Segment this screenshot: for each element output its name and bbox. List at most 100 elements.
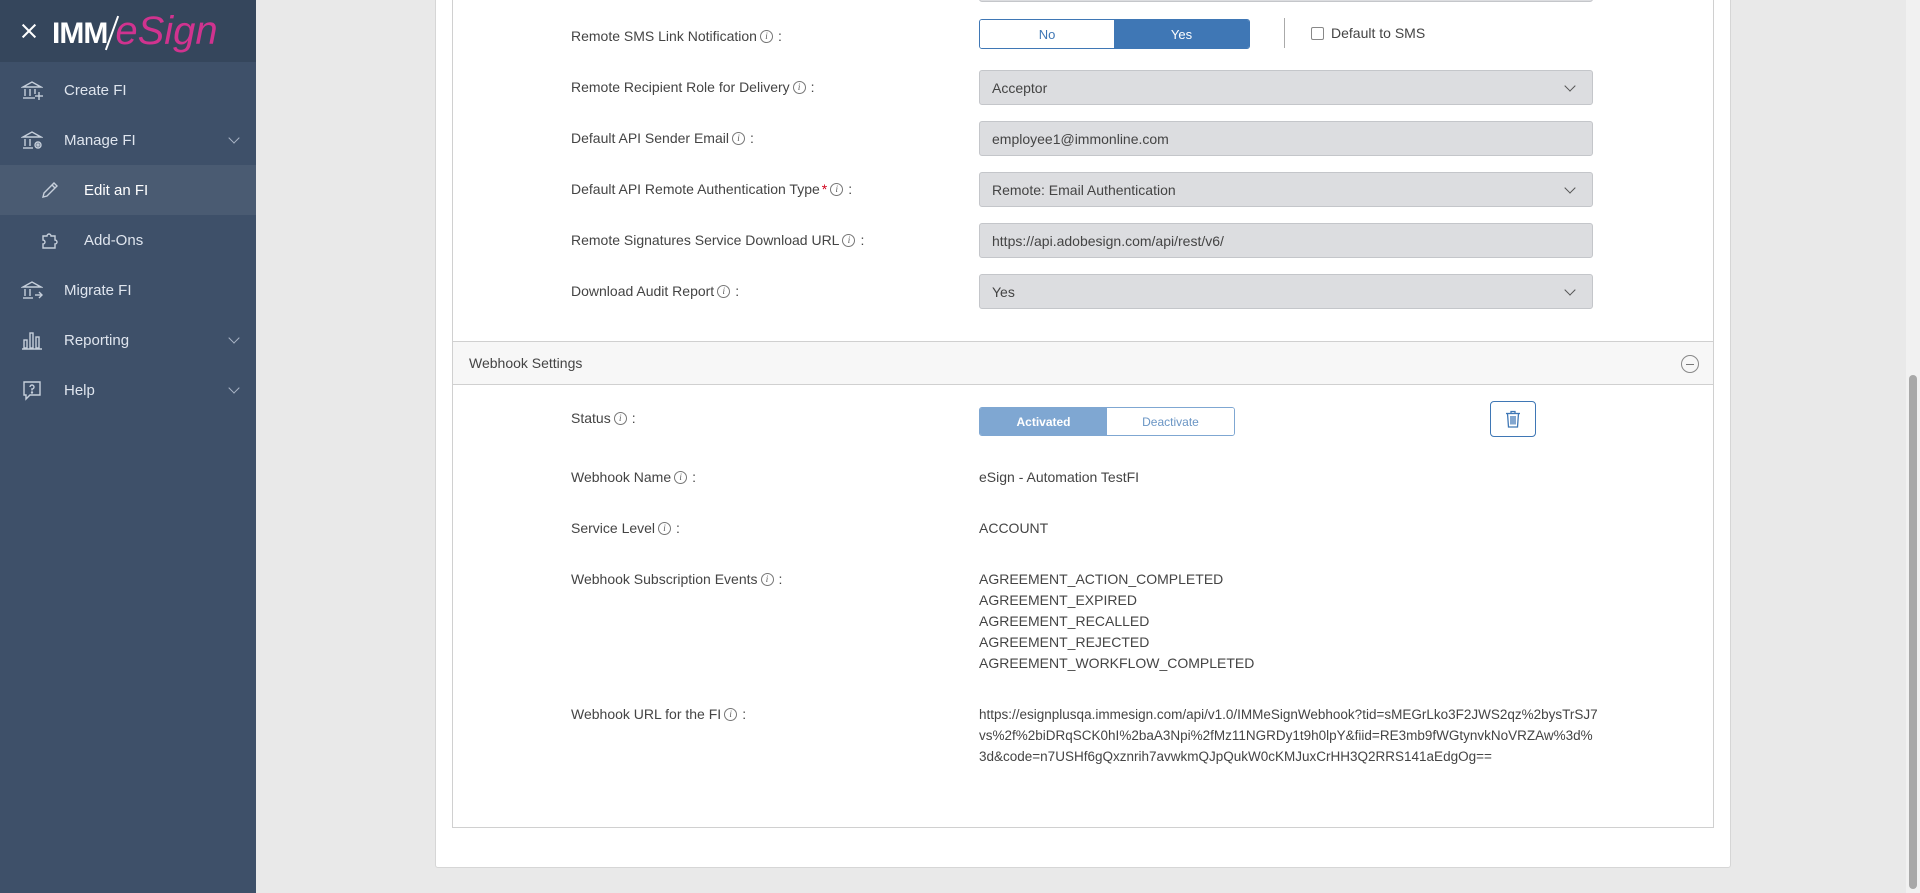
sidebar-item-label: Create FI bbox=[64, 81, 127, 99]
chevron-down-icon bbox=[1564, 182, 1576, 194]
label-text: Remote SMS Link Notification bbox=[571, 28, 757, 44]
sidebar-item-manage-fi[interactable]: Manage FI bbox=[0, 115, 256, 165]
event-item: AGREEMENT_RECALLED bbox=[979, 613, 1150, 629]
field-value: employee1@immonline.com bbox=[992, 130, 1169, 147]
sms-link-toggle: No Yes bbox=[979, 19, 1250, 49]
trash-icon bbox=[1506, 410, 1520, 428]
info-icon[interactable]: i bbox=[760, 572, 774, 586]
logo-imm-text: IMM bbox=[52, 17, 108, 50]
info-icon[interactable]: i bbox=[724, 707, 738, 721]
audit-report-select[interactable]: Yes bbox=[979, 274, 1593, 309]
sidebar-item-create-fi[interactable]: Create FI bbox=[0, 65, 256, 115]
info-icon[interactable]: i bbox=[830, 182, 844, 196]
info-icon[interactable]: i bbox=[792, 80, 806, 94]
event-item: AGREEMENT_EXPIRED bbox=[979, 592, 1137, 608]
bank-icon bbox=[20, 78, 44, 102]
sidebar-item-reporting[interactable]: Reporting bbox=[0, 315, 256, 365]
sidebar: IMM eSign Create FI Manage FI Edit an FI… bbox=[0, 0, 256, 893]
label-text: Webhook Subscription Events bbox=[571, 571, 758, 587]
field-value: https://api.adobesign.com/api/rest/v6/ bbox=[992, 232, 1224, 249]
select-value: Acceptor bbox=[992, 79, 1048, 96]
sidebar-item-edit-fi[interactable]: Edit an FI bbox=[0, 165, 256, 215]
service-level-label: Service Level i: bbox=[571, 520, 680, 536]
chevron-down-icon bbox=[1564, 80, 1576, 92]
sms-link-no-button[interactable]: No bbox=[980, 20, 1114, 48]
sidebar-item-label: Migrate FI bbox=[64, 281, 132, 299]
sidebar-item-add-ons[interactable]: Add-Ons bbox=[0, 215, 256, 265]
label-text: Webhook Name bbox=[571, 469, 672, 485]
select-value: Remote: Email Authentication bbox=[992, 181, 1176, 198]
download-url-field[interactable]: https://api.adobesign.com/api/rest/v6/ bbox=[979, 223, 1593, 258]
webhook-settings-header[interactable]: Webhook Settings bbox=[453, 342, 1713, 385]
download-url-label: Remote Signatures Service Download URL i… bbox=[571, 232, 865, 248]
info-icon[interactable]: i bbox=[842, 233, 856, 247]
page-scrollbar[interactable] bbox=[1906, 0, 1920, 893]
sidebar-item-label: Help bbox=[64, 381, 95, 399]
webhook-name-label: Webhook Name i: bbox=[571, 469, 697, 485]
bar-chart-icon bbox=[20, 328, 44, 352]
deactivate-button[interactable]: Deactivate bbox=[1107, 408, 1234, 435]
chevron-down-icon bbox=[1564, 284, 1576, 296]
sidebar-item-label: Edit an FI bbox=[84, 181, 149, 199]
audit-report-label: Download Audit Report i: bbox=[571, 283, 740, 299]
sidebar-item-label: Reporting bbox=[64, 331, 130, 349]
auth-type-label: Default API Remote Authentication Type *… bbox=[571, 181, 853, 197]
pencil-icon bbox=[38, 178, 62, 202]
info-icon[interactable]: i bbox=[613, 411, 627, 425]
default-to-sms-checkbox[interactable] bbox=[1311, 27, 1324, 40]
label-text: Download Audit Report bbox=[571, 283, 715, 299]
label-text: Default API Sender Email bbox=[571, 130, 729, 146]
subscription-events-label: Webhook Subscription Events i: bbox=[571, 571, 783, 587]
delete-webhook-button[interactable] bbox=[1490, 401, 1536, 437]
bank-arrow-icon bbox=[20, 278, 44, 302]
chevron-down-icon bbox=[228, 132, 240, 144]
service-level-value: ACCOUNT bbox=[979, 520, 1049, 536]
app-logo: IMM eSign bbox=[52, 11, 218, 51]
webhook-status-label: Status i: bbox=[571, 410, 636, 426]
close-icon[interactable] bbox=[20, 22, 38, 40]
label-text: Webhook URL for the FI bbox=[571, 706, 722, 722]
logo-esign-text: eSign bbox=[115, 9, 218, 53]
sidebar-item-migrate-fi[interactable]: Migrate FI bbox=[0, 265, 256, 315]
info-icon[interactable]: i bbox=[658, 521, 672, 535]
sidebar-item-help[interactable]: Help bbox=[0, 365, 256, 415]
label-text: Service Level bbox=[571, 520, 656, 536]
help-icon bbox=[20, 378, 44, 402]
label-text: Status bbox=[571, 410, 611, 426]
sidebar-item-label: Manage FI bbox=[64, 131, 136, 149]
event-item: AGREEMENT_ACTION_COMPLETED bbox=[979, 571, 1224, 587]
webhook-url-label: Webhook URL for the FI i: bbox=[571, 706, 747, 722]
sidebar-item-label: Add-Ons bbox=[84, 231, 144, 249]
sender-email-label: Default API Sender Email i: bbox=[571, 130, 754, 146]
info-icon[interactable]: i bbox=[674, 470, 688, 484]
chevron-down-icon bbox=[228, 382, 240, 394]
scrollbar-thumb[interactable] bbox=[1909, 375, 1917, 889]
recipient-role-select[interactable]: Acceptor bbox=[979, 70, 1593, 105]
sms-link-yes-button[interactable]: Yes bbox=[1114, 20, 1249, 48]
webhook-status-toggle: Activated Deactivate bbox=[979, 407, 1235, 436]
event-item: AGREEMENT_REJECTED bbox=[979, 634, 1150, 650]
activated-button[interactable]: Activated bbox=[980, 408, 1107, 435]
default-to-sms-label: Default to SMS bbox=[1331, 25, 1426, 41]
collapse-icon[interactable] bbox=[1681, 355, 1699, 373]
sms-link-label: Remote SMS Link Notification i: bbox=[571, 28, 782, 44]
truncated-field-above[interactable] bbox=[979, 0, 1593, 2]
webhook-name-value: eSign - Automation TestFI bbox=[979, 469, 1140, 485]
label-text: Remote Signatures Service Download URL bbox=[571, 232, 840, 248]
event-item: AGREEMENT_WORKFLOW_COMPLETED bbox=[979, 655, 1255, 671]
select-value: Yes bbox=[992, 283, 1015, 300]
chevron-down-icon bbox=[228, 332, 240, 344]
label-text: Remote Recipient Role for Delivery bbox=[571, 79, 790, 95]
auth-type-select[interactable]: Remote: Email Authentication bbox=[979, 172, 1593, 207]
required-mark: * bbox=[821, 181, 828, 197]
recipient-role-label: Remote Recipient Role for Delivery i: bbox=[571, 79, 815, 95]
info-icon[interactable]: i bbox=[759, 29, 773, 43]
puzzle-icon bbox=[38, 228, 62, 252]
info-icon[interactable]: i bbox=[717, 284, 731, 298]
webhook-url-value: https://esignplusqa.immesign.com/api/v1.… bbox=[979, 707, 1598, 764]
info-icon[interactable]: i bbox=[731, 131, 745, 145]
label-text: Default API Remote Authentication Type bbox=[571, 181, 820, 197]
sender-email-field[interactable]: employee1@immonline.com bbox=[979, 121, 1593, 156]
bank-gear-icon bbox=[20, 128, 44, 152]
subscription-events-list: AGREEMENT_ACTION_COMPLETED AGREEMENT_EXP… bbox=[979, 569, 1254, 674]
